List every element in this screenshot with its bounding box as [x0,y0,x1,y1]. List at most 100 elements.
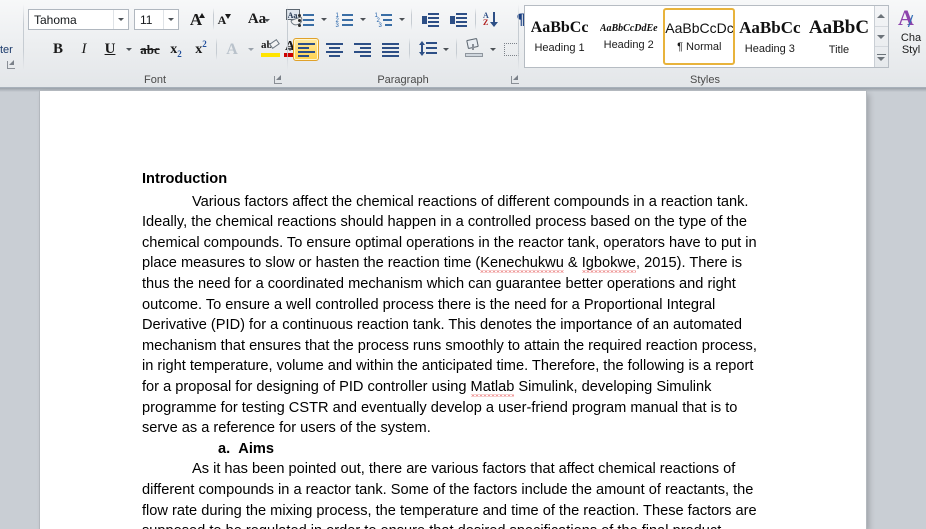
style-item-heading-2[interactable]: AaBbCcDdEe Heading 2 [594,8,663,65]
change-styles-button[interactable]: A / Cha Styl [896,8,926,66]
font-group-inner-divider [213,8,214,30]
ribbon: ter Tahoma 11 A A Aa Aa B I U abc x 2 x … [0,0,926,88]
superscript-button[interactable]: x 2 [189,38,213,61]
shading-dropdown-button[interactable] [486,38,499,61]
sort-icon: A Z [483,11,501,28]
document-paragraph-2: As it has been pointed out, there are va… [142,461,757,529]
clipboard-dialog-launcher[interactable] [5,58,17,70]
styles-more-button[interactable] [875,47,888,67]
style-name: Title [828,44,850,56]
chevron-down-icon [359,18,366,21]
style-item-normal[interactable]: AaBbCcDc ¶ Normal [663,8,736,65]
subscript-icon: x [170,41,178,57]
font-size-dropdown-icon[interactable] [163,10,178,29]
chevron-down-icon [442,48,449,51]
styles-scroll-up-button[interactable] [874,6,888,27]
change-styles-icon: A / [898,8,914,31]
borders-icon [503,43,519,56]
paragraph-group: 1 2 3 1 2 3 A Z ¶ Paragraph [289,0,532,88]
strikethrough-button[interactable]: abc [137,38,163,61]
styles-gallery-scrollbar[interactable] [873,6,888,67]
font-size-value[interactable]: 11 [135,13,163,27]
line-spacing-icon [419,41,437,57]
superscript-icon: x [195,41,203,57]
document-text-body[interactable]: Introduction Various factors affect the … [142,169,767,529]
citation-separator: & [563,255,582,272]
highlighter-icon: ab [261,38,281,58]
increase-indent-button[interactable] [445,8,471,31]
paragraph-group-label: Paragraph [377,74,429,86]
text-effects-icon: A [226,40,238,58]
italic-icon: I [81,41,87,57]
document-heading-introduction: Introduction [142,171,228,187]
clipboard-group: ter [0,0,22,88]
style-preview: AaBbCcDc [665,20,734,36]
styles-scroll-down-button[interactable] [874,27,888,48]
bold-icon: B [52,41,63,57]
align-right-icon [353,43,371,57]
numbering-icon: 1 2 3 [336,12,353,29]
more-styles-icon [876,53,886,61]
font-name-value[interactable]: Tahoma [29,13,113,27]
justify-icon [381,43,399,57]
font-name-dropdown-icon[interactable] [113,10,128,29]
subscript-button[interactable]: x 2 [164,38,188,61]
grow-font-button[interactable]: A [184,8,208,31]
align-right-button[interactable] [349,38,375,61]
group-divider [518,4,519,70]
font-group-label: Font [143,74,166,86]
italic-button[interactable]: I [72,38,96,61]
font-size-combo[interactable]: 11 [134,9,179,30]
text-effects-dropdown-button[interactable] [244,38,257,61]
document-paragraph-1: Various factors affect the chemical reac… [142,192,767,439]
style-item-heading-1[interactable]: AaBbCc Heading 1 [525,8,594,65]
change-case-button[interactable]: Aa [240,8,274,31]
font-dialog-launcher[interactable] [272,73,284,85]
multilevel-list-button[interactable]: 1 2 3 [371,8,395,31]
chevron-down-icon [125,48,132,51]
misspelled-word-matlab: Matlab [470,378,515,395]
line-spacing-dropdown-button[interactable] [439,38,452,61]
triangle-up-icon [877,13,886,18]
font-group: Tahoma 11 A A Aa Aa B I U abc x 2 x 2 A … [24,0,304,88]
bullets-icon [297,12,314,27]
style-preview: AaBbC [808,17,870,38]
numbering-dropdown-button[interactable] [356,8,369,31]
text-effects-button[interactable]: A [220,38,244,61]
change-styles-label-line2: Styl [901,44,921,56]
font-name-combo[interactable]: Tahoma [28,9,129,30]
style-name: ¶ Normal [677,41,722,53]
justify-button[interactable] [377,38,403,61]
style-item-heading-3[interactable]: AaBbCc Heading 3 [735,8,804,65]
bold-button[interactable]: B [46,38,70,61]
document-workspace[interactable]: Introduction Various factors affect the … [0,88,926,529]
chevron-down-icon [489,48,496,51]
multilevel-list-dropdown-button[interactable] [395,8,408,31]
line-spacing-button[interactable] [415,38,441,61]
increase-indent-icon [449,12,467,27]
bullets-dropdown-button[interactable] [317,8,330,31]
paragraph-1-part-b: , 2015). There is thus the need for a co… [142,255,757,395]
document-page[interactable]: Introduction Various factors affect the … [40,91,866,529]
align-left-icon [297,43,315,57]
subheading-marker: a. [218,440,231,457]
underline-dropdown-button[interactable] [122,38,135,61]
triangle-down-icon [877,34,886,39]
underline-button[interactable]: U [98,38,122,61]
numbering-button[interactable]: 1 2 3 [332,8,356,31]
style-preview: AaBbCc [530,19,589,36]
change-styles-label-line1: Cha [900,32,922,44]
paragraph-inner-divider-3 [409,38,410,60]
font-group-inner-divider-2 [216,38,217,60]
bullets-button[interactable] [293,8,317,31]
paragraph-inner-divider-4 [456,38,457,60]
align-center-button[interactable] [321,38,347,61]
shading-button[interactable] [461,36,487,61]
align-left-button[interactable] [293,38,319,61]
style-preview: AaBbCc [739,18,801,37]
sort-button[interactable]: A Z [479,8,505,31]
misspelled-word-kenechukwu: Kenechukwu [480,255,564,272]
word-application-window: ter Tahoma 11 A A Aa Aa B I U abc x 2 x … [0,0,926,529]
style-item-title[interactable]: AaBbC Title [804,8,873,65]
decrease-indent-button[interactable] [417,8,443,31]
